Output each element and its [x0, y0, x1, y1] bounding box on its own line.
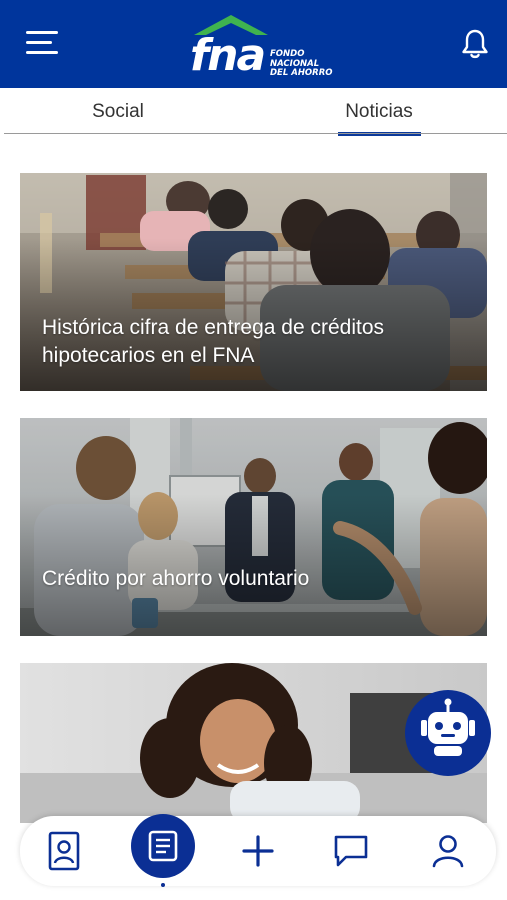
news-card-image [20, 418, 487, 636]
nav-profile[interactable] [424, 816, 472, 886]
nav-add[interactable] [234, 816, 282, 886]
profile-icon [432, 835, 464, 868]
bell-icon[interactable] [460, 28, 490, 60]
nav-chat[interactable] [326, 816, 376, 886]
hamburger-menu-icon[interactable] [26, 29, 60, 57]
active-nav-indicator [161, 883, 165, 887]
news-list-icon [148, 830, 178, 862]
chatbot-icon [421, 698, 475, 756]
news-card-title: Crédito por ahorro voluntario [42, 567, 310, 590]
fna-logo: fna FONDO NACIONAL DEL AHORRO [188, 12, 348, 82]
tab-bar: Social Noticias [0, 88, 507, 136]
plus-icon [242, 835, 274, 867]
chat-icon [334, 835, 368, 867]
chatbot-button[interactable] [405, 690, 491, 776]
tab-social[interactable]: Social [38, 88, 198, 136]
tab-label: Noticias [345, 101, 413, 122]
tab-label: Social [92, 101, 144, 122]
news-card[interactable]: Histórica cifra de entrega de créditos h… [20, 173, 487, 391]
tab-noticias[interactable]: Noticias [322, 88, 436, 136]
logo-wordmark: fna [190, 30, 266, 81]
news-card-title: Histórica cifra de entrega de créditos h… [42, 316, 384, 367]
nav-news[interactable] [131, 814, 195, 878]
logo-subtitle: FONDO NACIONAL DEL AHORRO [270, 49, 333, 79]
news-card[interactable]: Crédito por ahorro voluntario [20, 418, 487, 636]
contact-card-icon [48, 831, 80, 871]
app-header: fna FONDO NACIONAL DEL AHORRO [0, 0, 507, 88]
bottom-navigation [20, 814, 496, 887]
tab-divider [4, 133, 507, 134]
nav-contact-card[interactable] [38, 816, 90, 886]
logo-subtitle-line: DEL AHORRO [270, 68, 333, 78]
